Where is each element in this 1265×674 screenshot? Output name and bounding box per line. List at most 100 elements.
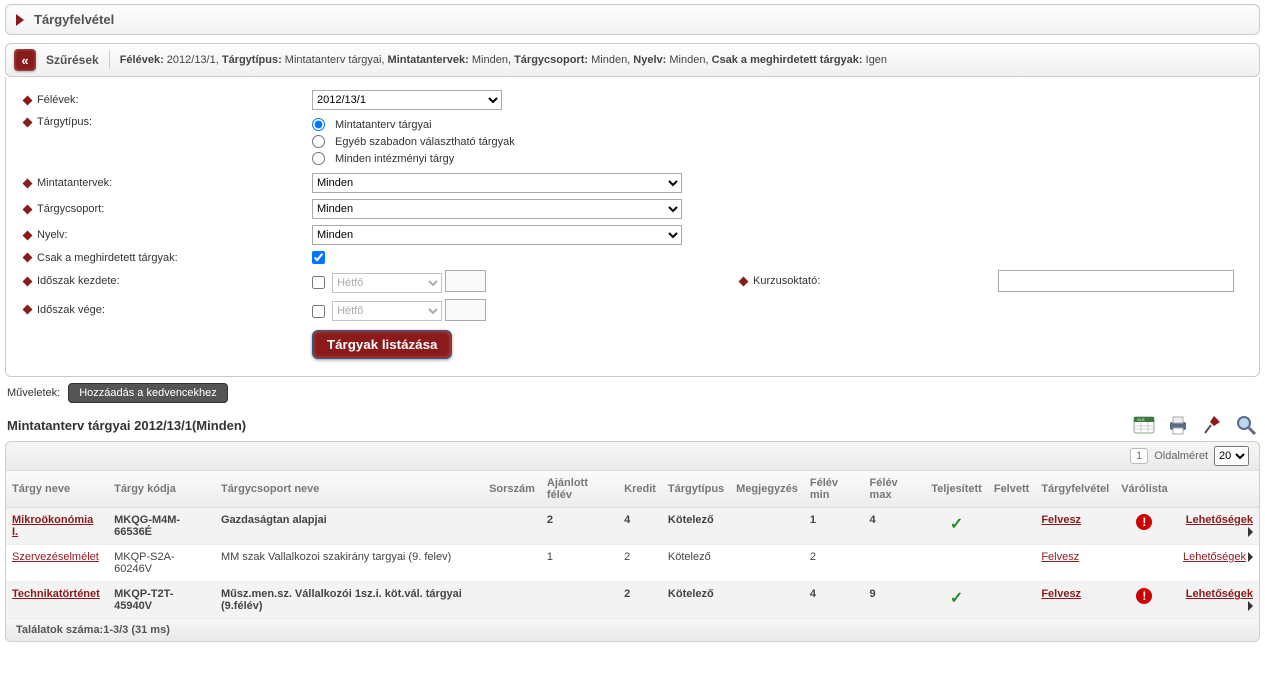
- select-page-size[interactable]: 20: [1214, 446, 1249, 466]
- col-header-0[interactable]: Tárgy neve: [6, 471, 108, 508]
- pin-icon[interactable]: [1200, 413, 1224, 437]
- subject-link[interactable]: Technikatörténet: [12, 588, 100, 600]
- checkbox-idoszak-kezdete[interactable]: [312, 276, 325, 289]
- col-header-10[interactable]: Teljesített: [925, 471, 988, 508]
- check-icon: ✓: [950, 590, 963, 607]
- col-header-14[interactable]: [1174, 471, 1259, 508]
- cell-teljesitett: [925, 545, 988, 582]
- cell-tipus: Kötelező: [662, 545, 730, 582]
- lehetosegek-link[interactable]: Lehetőségek: [1183, 551, 1246, 563]
- cell-felvett: [988, 545, 1035, 582]
- cell-fmax: [864, 545, 926, 582]
- radio-targytipus-2[interactable]: [312, 152, 325, 165]
- label-nyelv: Nyelv:: [37, 229, 68, 241]
- cell-ajanlott: 2: [541, 508, 618, 545]
- select-felevek[interactable]: 2012/13/1: [312, 90, 502, 110]
- add-to-favorites-button[interactable]: Hozzáadás a kedvencekhez: [68, 383, 228, 403]
- cell-ajanlott: [541, 582, 618, 619]
- col-header-9[interactable]: Félév max: [864, 471, 926, 508]
- input-time-start[interactable]: [445, 270, 486, 292]
- pager-row: 1 Oldalméret 20: [6, 442, 1259, 471]
- operations-label: Műveletek:: [7, 387, 60, 399]
- select-mintatantervek[interactable]: Minden: [312, 173, 682, 193]
- input-kurzusoktato[interactable]: [998, 270, 1234, 292]
- cell-teljesitett: ✓: [925, 508, 988, 545]
- cell-group: MM szak Vallalkozoi szakirány targyai (9…: [215, 545, 483, 582]
- cell-megj: [730, 582, 804, 619]
- radio-targytipus-0[interactable]: [312, 118, 325, 131]
- col-header-7[interactable]: Megjegyzés: [730, 471, 804, 508]
- checkbox-idoszak-vege[interactable]: [312, 305, 325, 318]
- export-xls-icon[interactable]: XLS: [1132, 413, 1156, 437]
- felvesz-link[interactable]: Felvesz: [1041, 514, 1081, 526]
- label-targytipus: Tárgytípus:: [37, 116, 92, 128]
- collapse-filters-button[interactable]: «: [14, 49, 36, 71]
- page-number[interactable]: 1: [1130, 448, 1148, 464]
- col-header-13[interactable]: Várólista: [1115, 471, 1173, 508]
- cell-sor: [483, 508, 541, 545]
- cell-kredit: 2: [618, 582, 662, 619]
- page-header: Tárgyfelvétel: [5, 4, 1260, 35]
- results-grid: 1 Oldalméret 20 Tárgy neveTárgy kódjaTár…: [5, 441, 1260, 642]
- col-header-4[interactable]: Ajánlott félév: [541, 471, 618, 508]
- col-header-2[interactable]: Tárgycsoport neve: [215, 471, 483, 508]
- col-header-3[interactable]: Sorszám: [483, 471, 541, 508]
- list-subjects-button[interactable]: Tárgyak listázása: [312, 330, 452, 359]
- chevron-right-icon: [16, 14, 24, 26]
- cell-sor: [483, 582, 541, 619]
- waitlist-icon: !: [1136, 588, 1152, 604]
- cell-kredit: 2: [618, 545, 662, 582]
- cell-group: Műsz.men.sz. Vállalkozói 1sz.i. köt.vál.…: [215, 582, 483, 619]
- col-header-11[interactable]: Felvett: [988, 471, 1035, 508]
- col-header-12[interactable]: Tárgyfelvétel: [1035, 471, 1115, 508]
- section-title: Mintatanterv tárgyai 2012/13/1(Minden): [7, 418, 246, 433]
- chevron-right-icon: [1248, 527, 1253, 537]
- select-day-end[interactable]: Hétfő: [332, 301, 442, 321]
- waitlist-icon: !: [1136, 514, 1152, 530]
- label-csak-meghirdetett: Csak a meghirdetett tárgyak:: [37, 252, 178, 264]
- collapse-icon: «: [21, 54, 28, 67]
- checkbox-csak-meghirdetett[interactable]: [312, 251, 325, 264]
- table-row: Mikroökonómia I. MKQG-M4M-66536É Gazdasá…: [6, 508, 1259, 545]
- cell-group: Gazdaságtan alapjai: [215, 508, 483, 545]
- filter-form: Félévek: 2012/13/1 Tárgytípus: Mintatant…: [5, 77, 1260, 377]
- grid-footer: Találatok száma:1-3/3 (31 ms): [6, 619, 1259, 641]
- label-mintatantervek: Mintatantervek:: [37, 177, 112, 189]
- col-header-8[interactable]: Félév min: [804, 471, 864, 508]
- cell-code: MKQG-M4M-66536É: [108, 508, 215, 545]
- cell-felvett: [988, 508, 1035, 545]
- page-title: Tárgyfelvétel: [34, 12, 114, 27]
- cell-fmin: 4: [804, 582, 864, 619]
- filters-label: Szűrések: [46, 53, 99, 67]
- subject-link[interactable]: Mikroökonómia I.: [12, 514, 93, 538]
- input-time-end[interactable]: [445, 299, 486, 321]
- search-icon[interactable]: [1234, 413, 1258, 437]
- print-icon[interactable]: [1166, 413, 1190, 437]
- label-idoszak-vege: Időszak vége:: [37, 304, 105, 316]
- subject-link[interactable]: Szervezéselmélet: [12, 551, 99, 563]
- radio-targytipus-label-1: Egyéb szabadon választható tárgyak: [335, 136, 515, 148]
- label-felevek: Félévek:: [37, 94, 79, 106]
- cell-felvett: [988, 582, 1035, 619]
- cell-tipus: Kötelező: [662, 582, 730, 619]
- label-targycsoport: Tárgycsoport:: [37, 203, 104, 215]
- radio-targytipus-1[interactable]: [312, 135, 325, 148]
- label-kurzusoktato: Kurzusoktató:: [753, 275, 820, 287]
- select-targycsoport[interactable]: Minden: [312, 199, 682, 219]
- lehetosegek-link[interactable]: Lehetőségek: [1186, 588, 1253, 600]
- radio-targytipus-label-0: Mintatanterv tárgyai: [335, 119, 432, 131]
- select-nyelv[interactable]: Minden: [312, 225, 682, 245]
- col-header-5[interactable]: Kredit: [618, 471, 662, 508]
- felvesz-link[interactable]: Felvesz: [1041, 551, 1079, 563]
- cell-code: MKQP-T2T-45940V: [108, 582, 215, 619]
- col-header-6[interactable]: Tárgytípus: [662, 471, 730, 508]
- lehetosegek-link[interactable]: Lehetőségek: [1186, 514, 1253, 526]
- col-header-1[interactable]: Tárgy kódja: [108, 471, 215, 508]
- felvesz-link[interactable]: Felvesz: [1041, 588, 1081, 600]
- filter-summary-text: Félévek: 2012/13/1, Tárgytípus: Mintatan…: [120, 54, 887, 66]
- chevron-right-icon: [1248, 552, 1253, 562]
- select-day-start[interactable]: Hétfő: [332, 273, 442, 293]
- cell-sor: [483, 545, 541, 582]
- cell-fmax: 4: [864, 508, 926, 545]
- page-size-label: Oldalméret: [1154, 450, 1208, 462]
